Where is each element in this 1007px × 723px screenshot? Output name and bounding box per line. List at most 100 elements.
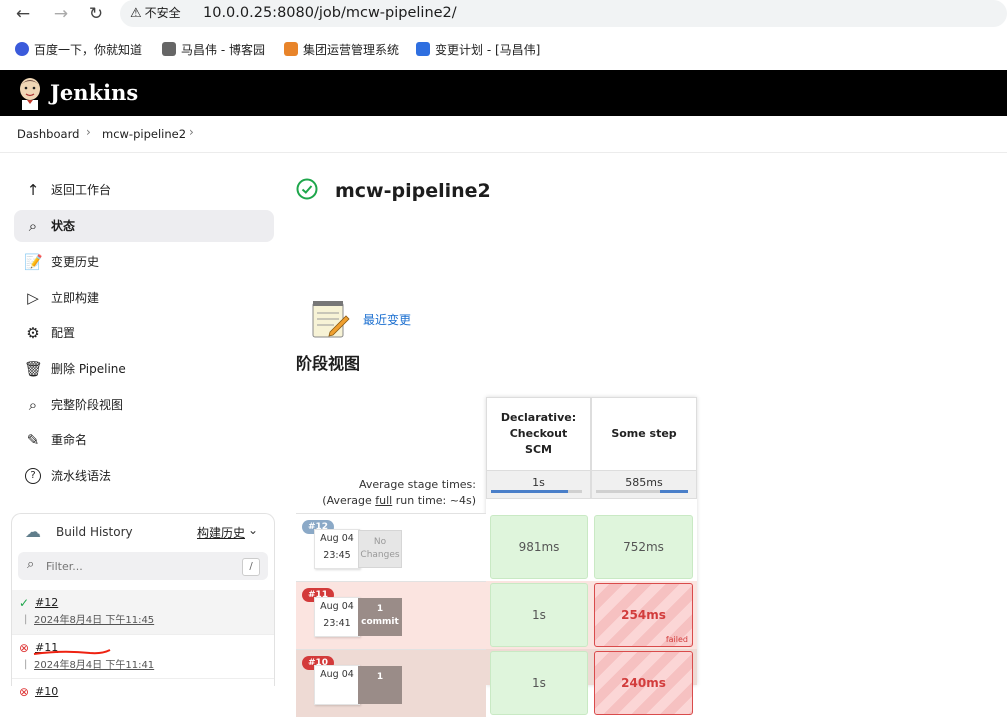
sidebar-item-build-now[interactable]: ▷ 立即构建 (14, 282, 274, 314)
baidu-paw-icon (15, 42, 29, 56)
sidebar-item-delete-pipeline[interactable]: 🗑 删除 Pipeline (14, 353, 274, 385)
sidebar-item-back-to-dashboard[interactable]: ↑ 返回工作台 (14, 174, 274, 206)
search-icon: ⌕ (28, 396, 38, 414)
success-check-icon (296, 178, 318, 200)
run-row[interactable]: #11 Aug 04 23:41 1 commit (296, 581, 486, 649)
arrow-up-icon: ↑ (26, 181, 40, 199)
butterfly-icon (416, 42, 430, 56)
sidebar-item-configure[interactable]: ⚙ 配置 (14, 317, 274, 349)
bookmark-cnblogs[interactable]: 马昌伟 - 博客园 (162, 40, 265, 60)
divider: | (24, 614, 28, 625)
jenkins-title[interactable]: Jenkins (50, 79, 138, 107)
changes-box[interactable]: No Changes (358, 530, 402, 568)
success-check-icon: ✓ (19, 596, 30, 610)
stage-avg-bar (596, 490, 688, 493)
bookmark-baidu[interactable]: 百度一下，你就知道 (15, 40, 142, 60)
build-date-link[interactable]: 2024年8月4日 下午11:41 (34, 659, 154, 673)
run-date-text: Aug 04 (320, 669, 354, 680)
help-icon: ? (25, 468, 41, 484)
build-number-link[interactable]: #12 (35, 596, 58, 610)
security-indicator[interactable]: ⚠ 不安全 (130, 4, 181, 23)
sidebar-item-label: 状态 (51, 219, 76, 233)
stage-avg-cell: 1s (486, 471, 591, 499)
stage-avg-cell: 585ms (591, 471, 697, 499)
build-date-link[interactable]: 2024年8月4日 下午11:45 (34, 614, 154, 628)
changes-line1: 1 (376, 672, 384, 682)
stage-avg-value: 1s (532, 476, 545, 489)
recent-changes-link[interactable]: 最近变更 (363, 312, 411, 328)
flame-icon (284, 42, 298, 56)
forward-arrow-icon[interactable]: → (50, 3, 72, 25)
changes-box[interactable]: 1 (358, 666, 402, 704)
sidebar-item-label: 重命名 (51, 433, 88, 447)
sidebar-item-status[interactable]: ⌕ 状态 (14, 210, 274, 242)
trash-icon: 🗑 (24, 360, 44, 378)
stage-view-table: Declarative: Checkout SCM Some step Aver… (296, 397, 697, 717)
breadcrumb-dashboard[interactable]: Dashboard (17, 126, 79, 142)
filter-input[interactable] (46, 557, 226, 575)
failed-x-icon: ⊗ (19, 641, 30, 655)
build-filter[interactable]: ⌕ / (18, 552, 268, 580)
bookmark-label: 百度一下，你就知道 (34, 43, 143, 57)
bookmark-change-plan[interactable]: 变更计划 - [马昌伟] (416, 40, 540, 60)
bookmark-label: 集团运营管理系统 (303, 43, 400, 57)
failed-x-icon: ⊗ (19, 685, 30, 699)
build-history-panel: ☁ Build History 构建历史 ⌄ ⌕ / ✓ #12 | 2024年… (11, 513, 275, 699)
pencil-icon: ✎ (26, 431, 40, 449)
run-row[interactable]: #12 Aug 04 23:45 No Changes (296, 513, 486, 581)
sidebar-item-rename[interactable]: ✎ 重命名 (14, 424, 274, 456)
run-row[interactable]: #10 Aug 04 1 (296, 649, 486, 717)
stage-cell[interactable]: 1s (490, 651, 588, 715)
search-icon: ⌕ (28, 217, 38, 235)
stage-duration: 752ms (623, 540, 664, 554)
build-row[interactable]: ✓ #12 | 2024年8月4日 下午11:45 (12, 590, 274, 634)
keyboard-shortcut-hint: / (242, 558, 260, 576)
build-trend-link[interactable]: 构建历史 (197, 524, 245, 541)
stage-cell-failed[interactable]: 240ms (594, 651, 693, 715)
build-history-title: Build History (56, 525, 133, 539)
stage-cell[interactable]: 752ms (594, 515, 693, 579)
url-text[interactable]: 10.0.0.25:8080/job/mcw-pipeline2/ (203, 3, 457, 23)
breadcrumb-job[interactable]: mcw-pipeline2 (102, 126, 186, 142)
page-title: mcw-pipeline2 (335, 180, 491, 202)
sidebar-item-label: 立即构建 (51, 291, 100, 305)
weather-cloud-icon: ☁ (25, 522, 41, 541)
divider: | (24, 659, 28, 670)
sidebar-item-pipeline-syntax[interactable]: ? 流水线语法 (14, 460, 274, 492)
stage-cell[interactable]: 981ms (490, 515, 588, 579)
reload-icon[interactable]: ↻ (85, 3, 107, 25)
bookmark-label: 变更计划 - [马昌伟] (435, 43, 541, 57)
run-time-text: 23:41 (323, 618, 351, 629)
run-date: Aug 04 (314, 665, 360, 705)
jenkins-butler-icon[interactable] (16, 76, 44, 110)
changes-box[interactable]: 1 commit (358, 598, 402, 636)
bookmark-ops-system[interactable]: 集团运营管理系统 (284, 40, 399, 60)
sidebar-item-full-stage-view[interactable]: ⌕ 完整阶段视图 (14, 389, 274, 421)
chevron-down-icon[interactable]: ⌄ (248, 523, 258, 537)
stage-avg-fill (491, 490, 569, 493)
stage-duration: 1s (532, 608, 546, 622)
red-underline-annotation (33, 649, 111, 655)
sidebar-item-label: 配置 (51, 326, 76, 340)
run-date: Aug 04 23:45 (314, 529, 360, 569)
stage-avg-bar (491, 490, 582, 493)
stage-avg-value: 585ms (625, 476, 663, 489)
stage-duration: 1s (532, 676, 546, 690)
chevron-right-icon: › (86, 125, 91, 139)
changes-line2: Changes (360, 550, 400, 560)
chevron-right-icon[interactable]: › (189, 125, 194, 139)
average-times-label: Average stage times: (Average full run t… (296, 477, 476, 509)
build-row[interactable]: ⊗ #11 | 2024年8月4日 下午11:41 (12, 634, 274, 679)
build-number-link[interactable]: #10 (35, 685, 58, 699)
avg-post: run time: ~4s) (392, 494, 476, 507)
play-icon: ▷ (27, 289, 39, 307)
stage-cell-failed[interactable]: 254ms failed (594, 583, 693, 647)
changes-line2: commit (361, 617, 399, 627)
stage-cell[interactable]: 1s (490, 583, 588, 647)
search-icon: ⌕ (27, 557, 35, 572)
stage-duration: 981ms (518, 540, 560, 554)
full-run-link[interactable]: full (375, 494, 392, 507)
sidebar-item-changes[interactable]: 📝 变更历史 (14, 246, 274, 278)
back-arrow-icon[interactable]: ← (12, 3, 34, 25)
sidebar-item-label: 返回工作台 (51, 183, 112, 197)
